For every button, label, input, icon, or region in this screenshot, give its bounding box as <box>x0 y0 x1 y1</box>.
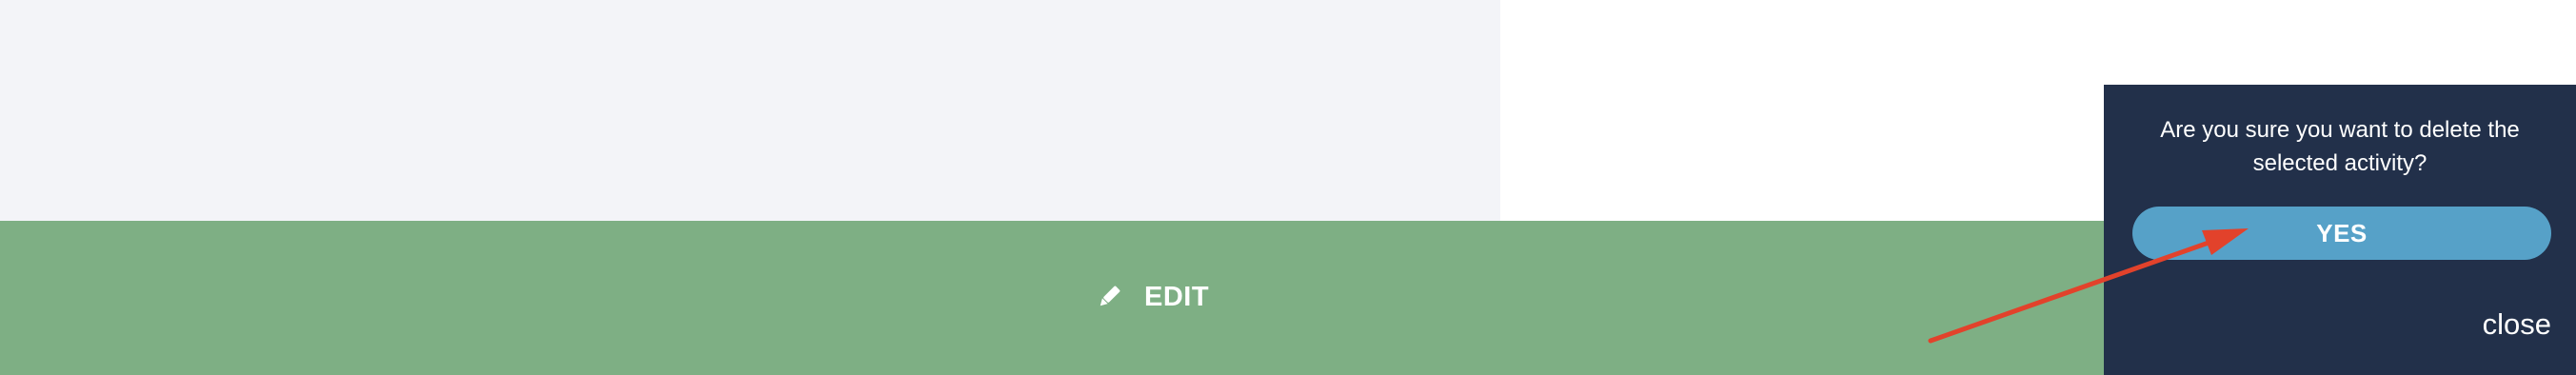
edit-label: EDIT <box>1144 281 1210 312</box>
delete-confirm-popover: Are you sure you want to delete the sele… <box>2104 85 2576 375</box>
close-link[interactable]: close <box>2483 307 2551 342</box>
pencil-icon <box>1095 283 1123 311</box>
yes-button[interactable]: YES <box>2132 207 2551 260</box>
content-area <box>0 0 1500 221</box>
confirm-message: Are you sure you want to delete the sele… <box>2160 117 2520 176</box>
edit-button[interactable]: EDIT <box>1095 276 1209 318</box>
app-screen: EDIT Are you sure you want to delete the… <box>0 0 2576 375</box>
